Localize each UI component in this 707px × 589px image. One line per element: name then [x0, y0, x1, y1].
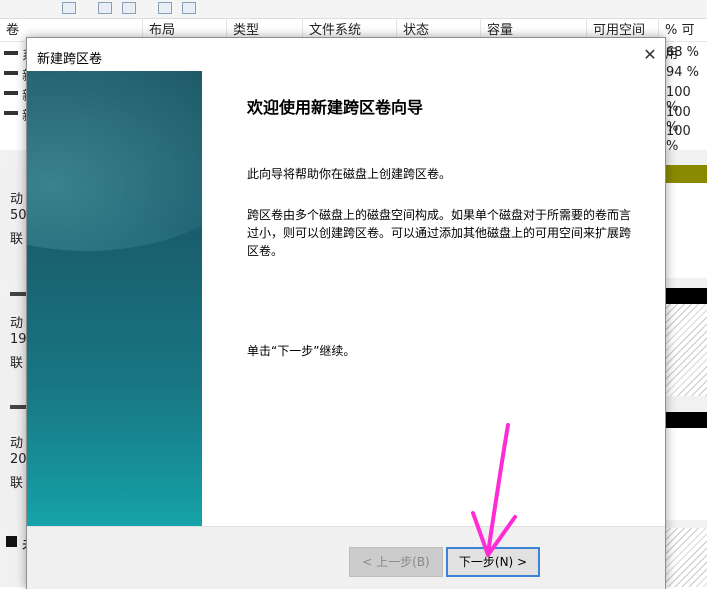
disk-size: 20: [10, 452, 27, 467]
partition-bar: [664, 288, 707, 304]
partition-bar: [664, 165, 707, 183]
disk-label[interactable]: 动 20 联: [0, 412, 28, 522]
volume-icon: [4, 91, 18, 95]
volume-icon: [4, 51, 18, 55]
wizard-description: 跨区卷由多个磁盘上的磁盘空间构成。如果单个磁盘对于所需要的卷而言过小，则可以创建…: [247, 208, 632, 258]
wizard-side-banner: [27, 71, 202, 526]
continue-hint: 单击“下一步”继续。: [247, 344, 356, 358]
percent-free-value: 68 %: [666, 45, 700, 60]
percent-free-value: 94 %: [666, 65, 700, 80]
partition-body[interactable]: [664, 428, 707, 520]
disk-size: 50: [10, 208, 27, 223]
volume-icon: [4, 111, 18, 115]
next-button[interactable]: 下一步(N) >: [446, 547, 540, 577]
toolbar-icon[interactable]: [182, 2, 196, 14]
back-button[interactable]: < 上一步(B): [349, 547, 443, 577]
dialog-title: 新建跨区卷: [37, 52, 103, 67]
disk-status: 联: [10, 232, 24, 247]
toolbar-icon[interactable]: [62, 2, 76, 14]
toolbar-icon[interactable]: [98, 2, 112, 14]
disk-type: 动: [10, 436, 24, 451]
disk-label[interactable]: 动 19 联: [0, 298, 28, 408]
disk-label[interactable]: 动 50 联: [0, 170, 28, 280]
legend-swatch: [6, 536, 17, 547]
wizard-heading: 欢迎使用新建跨区卷向导: [247, 98, 424, 117]
disk-type: 动: [10, 192, 24, 207]
dialog-button-bar: < 上一步(B) 下一步(N) >: [27, 526, 665, 589]
banner-decoration: [27, 71, 202, 251]
disk-type: 动: [10, 316, 24, 331]
close-icon[interactable]: ✕: [635, 38, 665, 71]
partition-body[interactable]: [664, 528, 707, 587]
toolbar-icon[interactable]: [158, 2, 172, 14]
partition-body[interactable]: [664, 183, 707, 278]
partition-body[interactable]: [664, 304, 707, 396]
disk-status: 联: [10, 356, 24, 371]
volume-icon: [4, 71, 18, 75]
disk-status: 联: [10, 476, 24, 491]
new-spanned-volume-dialog: 新建跨区卷 ✕ 欢迎使用新建跨区卷向导 此向导将帮助你在磁盘上创建跨区卷。 跨区…: [26, 37, 666, 589]
toolbar-icon[interactable]: [122, 2, 136, 14]
disk-size: 19: [10, 332, 27, 347]
partition-bar: [664, 412, 707, 428]
dialog-titlebar[interactable]: 新建跨区卷 ✕: [27, 38, 665, 71]
toolbar: [0, 0, 707, 19]
wizard-intro: 此向导将帮助你在磁盘上创建跨区卷。: [247, 167, 452, 181]
